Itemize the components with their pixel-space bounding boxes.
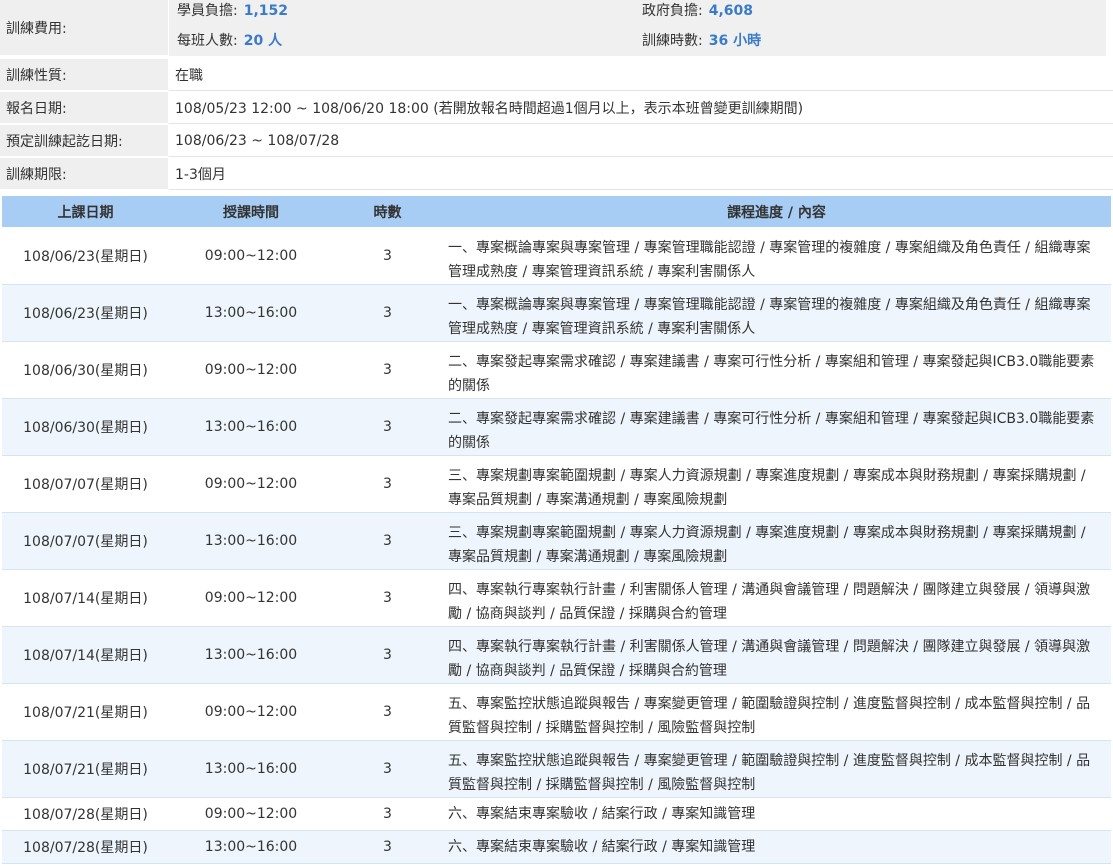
class-size-label: 每班人數: <box>177 33 238 49</box>
cell-time: 09:00~12:00 <box>204 806 298 822</box>
student-cost-value: 1,152 <box>243 3 289 19</box>
signup-row: 報名日期: 108/05/23 12:00 ~ 108/06/20 18:00 … <box>0 92 1113 124</box>
cell-hours: 3 <box>383 476 392 492</box>
cell-content: 一、專案概論專案與專案管理 / 專案管理職能認證 / 專案管理的複雜度 / 專案… <box>448 297 1091 337</box>
duration-label: 訓練期限: <box>0 158 168 190</box>
table-row: 108/06/23(星期日) 09:00~12:00 3 一、專案概論專案與專案… <box>2 228 1111 285</box>
cell-hours: 3 <box>383 806 392 822</box>
cell-hours: 3 <box>383 305 392 321</box>
class-size: 每班人數: 20 人 <box>177 30 282 50</box>
cell-content: 五、專案監控狀態追蹤與報告 / 專案變更管理 / 範圍驗證與控制 / 進度監督與… <box>448 753 1091 793</box>
schedule-header: 上課日期 授課時間 時數 課程進度 / 內容 <box>2 196 1111 227</box>
cell-time: 13:00~16:00 <box>204 305 298 321</box>
table-row: 108/06/30(星期日) 13:00~16:00 3 二、專案發起專案需求確… <box>2 399 1111 456</box>
cell-time: 13:00~16:00 <box>204 647 298 663</box>
student-cost-label: 學員負擔: <box>177 3 238 19</box>
cell-content: 六、專案結束專案驗收 / 結案行政 / 專案知識管理 <box>448 839 756 855</box>
class-size-value: 20 人 <box>243 33 283 49</box>
cell-time: 13:00~16:00 <box>204 419 298 435</box>
cell-hours: 3 <box>383 839 392 855</box>
table-row: 108/07/21(星期日) 09:00~12:00 3 五、專案監控狀態追蹤與… <box>2 684 1111 741</box>
table-row: 108/07/07(星期日) 13:00~16:00 3 三、專案規劃專案範圍規… <box>2 513 1111 570</box>
fee-label: 訓練費用: <box>0 0 168 56</box>
cell-hours: 3 <box>383 590 392 606</box>
cell-content: 五、專案監控狀態追蹤與報告 / 專案變更管理 / 範圍驗證與控制 / 進度監督與… <box>448 696 1091 736</box>
cell-content: 四、專案執行專案執行計畫 / 利害關係人管理 / 溝通與會議管理 / 問題解決 … <box>448 582 1091 622</box>
nature-value: 在職 <box>169 59 1113 91</box>
signup-value: 108/05/23 12:00 ~ 108/06/20 18:00 (若開放報名… <box>169 92 1113 124</box>
cell-hours: 3 <box>383 362 392 378</box>
cell-date: 108/07/21(星期日) <box>23 705 148 721</box>
cell-time: 13:00~16:00 <box>204 839 298 855</box>
training-hours: 訓練時數: 36 小時 <box>642 30 761 50</box>
table-row: 108/06/23(星期日) 13:00~16:00 3 一、專案概論專案與專案… <box>2 285 1111 342</box>
cell-date: 108/06/30(星期日) <box>23 363 148 379</box>
cell-time: 09:00~12:00 <box>204 248 298 264</box>
signup-label: 報名日期: <box>0 92 168 124</box>
period-value: 108/06/23 ~ 108/07/28 <box>169 125 1113 157</box>
table-row: 108/07/07(星期日) 09:00~12:00 3 三、專案規劃專案範圍規… <box>2 456 1111 513</box>
cell-hours: 3 <box>383 419 392 435</box>
table-row: 108/07/28(星期日) 09:00~12:00 3 六、專案結束專案驗收 … <box>2 798 1111 831</box>
cell-time: 09:00~12:00 <box>204 704 298 720</box>
period-row: 預定訓練起訖日期: 108/06/23 ~ 108/07/28 <box>0 125 1113 157</box>
duration-row: 訓練期限: 1-3個月 <box>0 158 1113 190</box>
gov-cost-label: 政府負擔: <box>642 3 703 19</box>
header-time: 授課時間 <box>223 204 279 221</box>
cell-time: 09:00~12:00 <box>204 476 298 492</box>
cell-content: 二、專案發起專案需求確認 / 專案建議書 / 專案可行性分析 / 專案組和管理 … <box>448 411 1095 451</box>
table-row: 108/07/14(星期日) 13:00~16:00 3 四、專案執行專案執行計… <box>2 627 1111 684</box>
table-row: 108/07/21(星期日) 13:00~16:00 3 五、專案監控狀態追蹤與… <box>2 741 1111 798</box>
table-row: 108/07/14(星期日) 09:00~12:00 3 四、專案執行專案執行計… <box>2 570 1111 627</box>
nature-label: 訓練性質: <box>0 59 168 91</box>
cell-hours: 3 <box>383 761 392 777</box>
header-content: 課程進度 / 內容 <box>727 204 826 221</box>
training-hours-value: 36 小時 <box>708 33 762 49</box>
cell-date: 108/06/23(星期日) <box>23 306 148 322</box>
duration-value: 1-3個月 <box>169 158 1113 190</box>
cell-hours: 3 <box>383 704 392 720</box>
header-date: 上課日期 <box>57 204 114 221</box>
gov-cost-value: 4,608 <box>708 3 754 19</box>
table-row: 108/06/30(星期日) 09:00~12:00 3 二、專案發起專案需求確… <box>2 342 1111 399</box>
cell-date: 108/06/30(星期日) <box>23 420 148 436</box>
cell-content: 一、專案概論專案與專案管理 / 專案管理職能認證 / 專案管理的複雜度 / 專案… <box>448 240 1091 280</box>
gov-cost: 政府負擔: 4,608 <box>642 0 753 20</box>
header-hours: 時數 <box>373 204 402 221</box>
cell-date: 108/07/07(星期日) <box>23 534 148 550</box>
cell-time: 13:00~16:00 <box>204 761 298 777</box>
cell-time: 09:00~12:00 <box>204 362 298 378</box>
cell-time: 09:00~12:00 <box>204 590 298 606</box>
cell-content: 六、專案結束專案驗收 / 結案行政 / 專案知識管理 <box>448 806 756 822</box>
nature-row: 訓練性質: 在職 <box>0 59 1113 91</box>
cell-content: 四、專案執行專案執行計畫 / 利害關係人管理 / 溝通與會議管理 / 問題解決 … <box>448 639 1091 679</box>
cell-date: 108/07/07(星期日) <box>23 477 148 493</box>
cell-date: 108/06/23(星期日) <box>23 249 148 265</box>
training-hours-label: 訓練時數: <box>642 33 703 49</box>
cell-time: 13:00~16:00 <box>204 533 298 549</box>
cell-date: 108/07/14(星期日) <box>23 648 148 664</box>
cell-date: 108/07/28(星期日) <box>23 807 148 823</box>
cell-content: 三、專案規劃專案範圍規劃 / 專案人力資源規劃 / 專案進度規劃 / 專案成本與… <box>448 468 1086 508</box>
cell-hours: 3 <box>383 647 392 663</box>
cell-date: 108/07/14(星期日) <box>23 591 148 607</box>
student-cost: 學員負擔: 1,152 <box>177 0 288 20</box>
cell-content: 三、專案規劃專案範圍規劃 / 專案人力資源規劃 / 專案進度規劃 / 專案成本與… <box>448 525 1086 565</box>
cell-date: 108/07/21(星期日) <box>23 762 148 778</box>
fee-details: 學員負擔: 1,152 政府負擔: 4,608 每班人數: 20 人 訓練時數: 36 … <box>169 0 1106 56</box>
period-label: 預定訓練起訖日期: <box>0 125 168 157</box>
cell-hours: 3 <box>383 248 392 264</box>
table-row: 108/07/28(星期日) 13:00~16:00 3 六、專案結束專案驗收 … <box>2 831 1111 864</box>
cell-content: 二、專案發起專案需求確認 / 專案建議書 / 專案可行性分析 / 專案組和管理 … <box>448 354 1095 394</box>
cell-date: 108/07/28(星期日) <box>23 840 148 856</box>
cell-hours: 3 <box>383 533 392 549</box>
